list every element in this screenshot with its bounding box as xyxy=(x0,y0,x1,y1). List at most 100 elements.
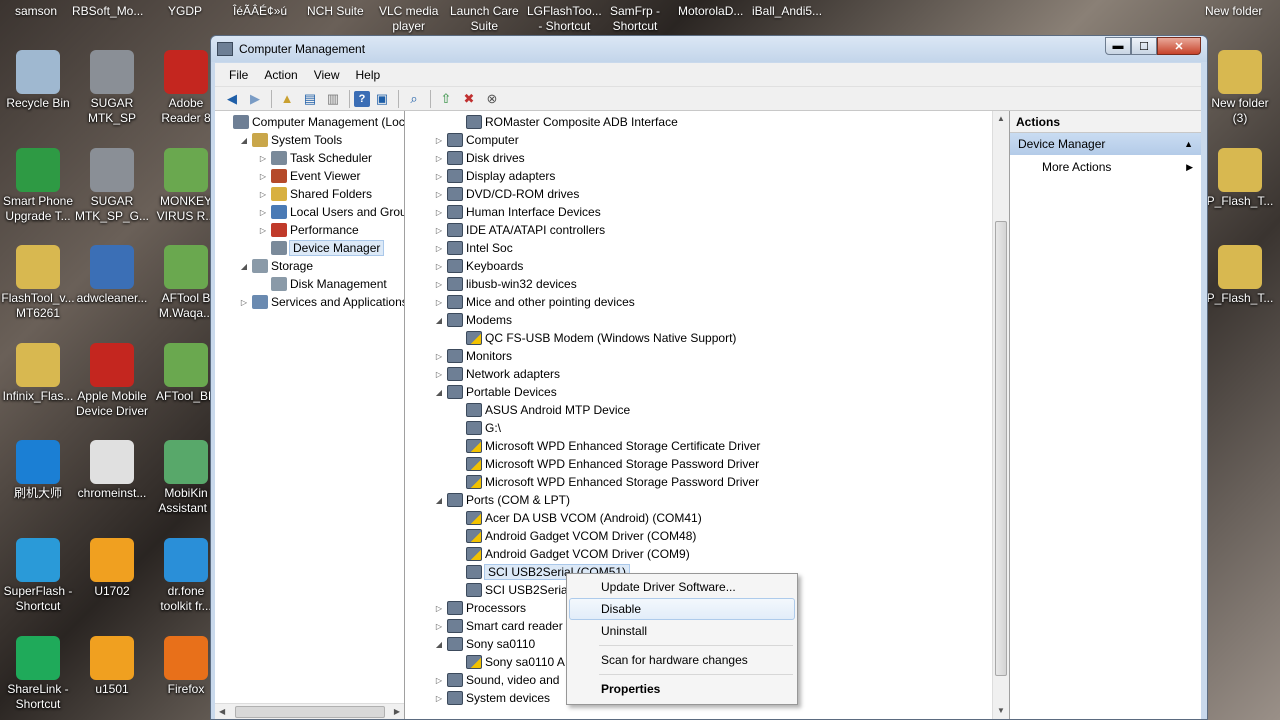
expander-icon[interactable]: ▷ xyxy=(257,226,269,235)
close-button[interactable]: ✕ xyxy=(1157,37,1201,55)
expander-icon[interactable]: ◢ xyxy=(433,496,445,505)
tree-item[interactable]: ▷ Performance xyxy=(215,221,404,239)
expander-icon[interactable]: ▷ xyxy=(433,370,445,379)
expander-icon[interactable]: ▷ xyxy=(433,676,445,685)
desktop-top-label[interactable]: SamFrp - Shortcut xyxy=(610,4,660,34)
menu-view[interactable]: View xyxy=(306,68,348,82)
expander-icon[interactable]: ▷ xyxy=(433,622,445,631)
expander-icon[interactable]: ▷ xyxy=(433,172,445,181)
menu-scan-hardware[interactable]: Scan for hardware changes xyxy=(569,649,795,671)
uninstall-icon[interactable]: ✖ xyxy=(458,89,480,109)
device-tree-item[interactable]: QC FS-USB Modem (Windows Native Support) xyxy=(405,329,1009,347)
help-icon[interactable]: ? xyxy=(354,90,370,107)
maximize-button[interactable]: ☐ xyxy=(1131,37,1157,55)
tree-item[interactable]: ◢ Storage xyxy=(215,257,404,275)
device-tree-item[interactable]: G:\ xyxy=(405,419,1009,437)
desktop-top-label[interactable]: iBall_Andi5... xyxy=(752,4,822,19)
device-vscrollbar[interactable]: ▲ ▼ xyxy=(992,111,1009,719)
desktop-icon[interactable]: FlashTool_v... MT6261 xyxy=(0,245,76,321)
minimize-button[interactable]: ▬ xyxy=(1105,37,1131,55)
device-tree-item[interactable]: ▷ Intel Soc xyxy=(405,239,1009,257)
expander-icon[interactable]: ▷ xyxy=(433,262,445,271)
desktop-icon[interactable]: Apple Mobile Device Driver xyxy=(74,343,150,419)
desktop-icon[interactable]: SuperFlash - Shortcut xyxy=(0,538,76,614)
scroll-right-icon[interactable]: ▶ xyxy=(394,707,400,716)
device-tree-item[interactable]: ▷ Network adapters xyxy=(405,365,1009,383)
expander-icon[interactable]: ▷ xyxy=(433,244,445,253)
up-folder-icon[interactable]: ▲ xyxy=(276,89,298,109)
expander-icon[interactable]: ◢ xyxy=(238,136,250,145)
desktop-icon[interactable]: U1702 xyxy=(74,538,150,599)
desktop-top-label[interactable]: ÎéÃÂÉ¢»ú xyxy=(233,4,287,19)
tree-item[interactable]: ▷ Shared Folders xyxy=(215,185,404,203)
device-tree-item[interactable]: ▷ Disk drives xyxy=(405,149,1009,167)
desktop-icon[interactable]: SUGAR MTK_SP_G... xyxy=(74,148,150,224)
menu-action[interactable]: Action xyxy=(256,68,305,82)
menu-file[interactable]: File xyxy=(221,68,256,82)
expander-icon[interactable]: ▷ xyxy=(433,154,445,163)
desktop-top-label[interactable]: YGDP xyxy=(168,4,202,19)
desktop-top-label[interactable]: VLC media player xyxy=(379,4,438,34)
desktop-icon[interactable]: Infinix_Flas... xyxy=(0,343,76,404)
device-tree-item[interactable]: ▷ Keyboards xyxy=(405,257,1009,275)
more-actions[interactable]: More Actions ▶ xyxy=(1010,155,1201,179)
device-tree-item[interactable]: ▷ IDE ATA/ATAPI controllers xyxy=(405,221,1009,239)
menu-disable[interactable]: Disable xyxy=(569,598,795,620)
scan-hardware-icon[interactable]: ⌕ xyxy=(403,89,425,109)
expander-icon[interactable]: ◢ xyxy=(433,316,445,325)
collapse-icon[interactable]: ▲ xyxy=(1184,133,1193,155)
expander-icon[interactable]: ▷ xyxy=(238,298,250,307)
tree-item[interactable]: ▷ Task Scheduler xyxy=(215,149,404,167)
scroll-thumb[interactable] xyxy=(234,705,385,718)
device-tree-item[interactable]: Acer DA USB VCOM (Android) (COM41) xyxy=(405,509,1009,527)
device-tree-item[interactable]: Microsoft WPD Enhanced Storage Password … xyxy=(405,455,1009,473)
menu-properties[interactable]: Properties xyxy=(569,678,795,700)
expander-icon[interactable]: ▷ xyxy=(433,298,445,307)
show-hide-tree-icon[interactable]: ▤ xyxy=(299,89,321,109)
expander-icon[interactable]: ◢ xyxy=(433,388,445,397)
menu-uninstall[interactable]: Uninstall xyxy=(569,620,795,642)
desktop-icon[interactable]: ShareLink - Shortcut xyxy=(0,636,76,712)
desktop-icon[interactable]: adwcleaner... xyxy=(74,245,150,306)
tree-item[interactable]: ▷ Services and Applications xyxy=(215,293,404,311)
device-tree-item[interactable]: ▷ Monitors xyxy=(405,347,1009,365)
disable-icon[interactable]: ⊗ xyxy=(481,89,503,109)
expander-icon[interactable]: ▷ xyxy=(257,172,269,181)
desktop-top-label[interactable]: Launch Care Suite xyxy=(450,4,519,34)
desktop-top-label[interactable]: samson xyxy=(15,4,57,19)
device-tree-item[interactable]: ◢ Ports (COM & LPT) xyxy=(405,491,1009,509)
update-driver-icon[interactable]: ⇧ xyxy=(435,89,457,109)
device-tree-item[interactable]: ▷ Display adapters xyxy=(405,167,1009,185)
expander-icon[interactable]: ▷ xyxy=(433,136,445,145)
scroll-up-icon[interactable]: ▲ xyxy=(993,111,1009,127)
tree-item[interactable]: Device Manager xyxy=(215,239,404,257)
desktop-icon[interactable]: chromeinst... xyxy=(74,440,150,501)
desktop-icon[interactable]: Recycle Bin xyxy=(0,50,76,111)
scroll-thumb[interactable] xyxy=(995,221,1007,676)
desktop-icon[interactable]: 刷机大师 xyxy=(0,440,76,501)
title-bar[interactable]: Computer Management xyxy=(211,36,1207,62)
expander-icon[interactable]: ▷ xyxy=(257,154,269,163)
device-tree-item[interactable]: ASUS Android MTP Device xyxy=(405,401,1009,419)
desktop-icon[interactable]: New folder (3) xyxy=(1202,50,1278,126)
device-tree-item[interactable]: Microsoft WPD Enhanced Storage Certifica… xyxy=(405,437,1009,455)
menu-help[interactable]: Help xyxy=(348,68,389,82)
device-tree-item[interactable]: ▷ Mice and other pointing devices xyxy=(405,293,1009,311)
expander-icon[interactable]: ▷ xyxy=(257,190,269,199)
expander-icon[interactable]: ▷ xyxy=(257,208,269,217)
device-tree-item[interactable]: ◢ Portable Devices xyxy=(405,383,1009,401)
device-tree-item[interactable]: ▷ DVD/CD-ROM drives xyxy=(405,185,1009,203)
device-tree-item[interactable]: Microsoft WPD Enhanced Storage Password … xyxy=(405,473,1009,491)
scroll-down-icon[interactable]: ▼ xyxy=(993,703,1009,719)
desktop-icon[interactable]: P_Flash_T... xyxy=(1202,148,1278,209)
desktop-top-label[interactable]: New folder xyxy=(1205,4,1262,19)
device-tree-item[interactable]: Android Gadget VCOM Driver (COM9) xyxy=(405,545,1009,563)
device-tree-item[interactable]: ▷ Human Interface Devices xyxy=(405,203,1009,221)
properties-icon[interactable]: ▣ xyxy=(371,89,393,109)
expander-icon[interactable]: ▷ xyxy=(433,226,445,235)
desktop-icon[interactable]: SUGAR MTK_SP xyxy=(74,50,150,126)
tree-item[interactable]: Disk Management xyxy=(215,275,404,293)
scroll-left-icon[interactable]: ◀ xyxy=(219,707,225,716)
expander-icon[interactable]: ◢ xyxy=(238,262,250,271)
desktop-icon[interactable]: P_Flash_T... xyxy=(1202,245,1278,306)
